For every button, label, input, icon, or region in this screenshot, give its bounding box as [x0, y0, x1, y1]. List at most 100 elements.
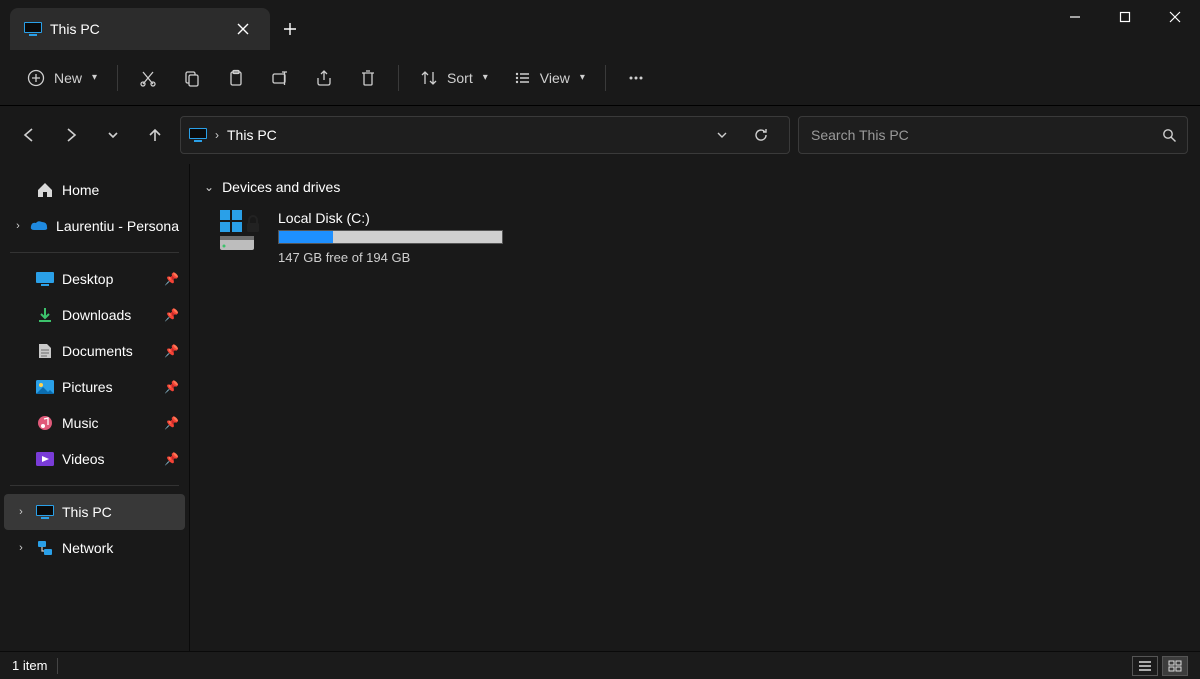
- sidebar-item-desktop[interactable]: Desktop 📌: [4, 261, 185, 297]
- status-bar: 1 item: [0, 651, 1200, 679]
- tab-close-button[interactable]: [230, 16, 256, 42]
- view-button[interactable]: View ▾: [502, 60, 595, 96]
- onedrive-icon: [30, 217, 48, 235]
- nav-row: › This PC: [0, 106, 1200, 164]
- forward-button[interactable]: [54, 118, 88, 152]
- close-button[interactable]: [1150, 0, 1200, 34]
- search-input[interactable]: [809, 126, 1154, 144]
- group-header-devices[interactable]: ⌄ Devices and drives: [202, 174, 1188, 200]
- sort-button[interactable]: Sort ▾: [409, 60, 498, 96]
- this-pc-icon: [24, 22, 42, 36]
- sidebar-item-downloads[interactable]: Downloads 📌: [4, 297, 185, 333]
- details-view-button[interactable]: [1132, 656, 1158, 676]
- expand-icon[interactable]: ›: [14, 220, 22, 232]
- sidebar-item-label: Videos: [62, 451, 105, 467]
- sidebar-item-home[interactable]: Home: [4, 172, 185, 208]
- rename-icon: [270, 68, 290, 88]
- content-area: ⌄ Devices and drives: [190, 164, 1200, 651]
- sidebar-item-label: Laurentiu - Persona: [56, 218, 179, 234]
- share-button[interactable]: [304, 60, 344, 96]
- expand-icon[interactable]: ›: [14, 506, 28, 518]
- view-label: View: [540, 70, 570, 86]
- drive-item-c[interactable]: Local Disk (C:) 147 GB free of 194 GB: [220, 210, 520, 265]
- window-controls: [1050, 0, 1200, 50]
- address-history-button[interactable]: [715, 128, 745, 142]
- music-icon: [36, 414, 54, 432]
- view-icon: [512, 68, 532, 88]
- sidebar-item-label: Pictures: [62, 379, 113, 395]
- more-icon: [626, 68, 646, 88]
- rename-button[interactable]: [260, 60, 300, 96]
- pictures-icon: [36, 378, 54, 396]
- cut-button[interactable]: [128, 60, 168, 96]
- up-button[interactable]: [138, 118, 172, 152]
- chevron-down-icon: ⌄: [204, 180, 214, 194]
- sidebar-item-label: Desktop: [62, 271, 113, 287]
- copy-icon: [182, 68, 202, 88]
- sidebar: Home › Laurentiu - Persona Desktop 📌 Dow…: [0, 164, 190, 651]
- sidebar-item-videos[interactable]: Videos 📌: [4, 441, 185, 477]
- drive-usage-bar: [278, 230, 503, 244]
- this-pc-icon: [189, 128, 207, 142]
- expand-icon[interactable]: ›: [14, 542, 28, 554]
- this-pc-icon: [36, 503, 54, 521]
- sidebar-item-label: Documents: [62, 343, 133, 359]
- paste-button[interactable]: [216, 60, 256, 96]
- sidebar-item-label: This PC: [62, 504, 112, 520]
- pin-icon: 📌: [164, 308, 179, 322]
- pin-icon: 📌: [164, 380, 179, 394]
- network-icon: [36, 539, 54, 557]
- pin-icon: 📌: [164, 416, 179, 430]
- delete-icon: [358, 68, 378, 88]
- sort-label: Sort: [447, 70, 473, 86]
- desktop-icon: [36, 270, 54, 288]
- copy-button[interactable]: [172, 60, 212, 96]
- new-button[interactable]: New ▾: [16, 60, 107, 96]
- videos-icon: [36, 450, 54, 468]
- command-bar: New ▾ Sort ▾: [0, 50, 1200, 106]
- minimize-button[interactable]: [1050, 0, 1100, 34]
- window-tab[interactable]: This PC: [10, 8, 270, 50]
- cut-icon: [138, 68, 158, 88]
- documents-icon: [36, 342, 54, 360]
- recent-locations-button[interactable]: [96, 118, 130, 152]
- sidebar-item-documents[interactable]: Documents 📌: [4, 333, 185, 369]
- drive-icon: [220, 210, 264, 254]
- group-header-label: Devices and drives: [222, 179, 340, 195]
- pin-icon: 📌: [164, 272, 179, 286]
- sidebar-item-this-pc[interactable]: › This PC: [4, 494, 185, 530]
- chevron-down-icon: ▾: [580, 72, 585, 83]
- maximize-button[interactable]: [1100, 0, 1150, 34]
- downloads-icon: [36, 306, 54, 324]
- new-icon: [26, 68, 46, 88]
- pin-icon: 📌: [164, 452, 179, 466]
- breadcrumb-this-pc[interactable]: This PC: [227, 127, 707, 143]
- sidebar-item-label: Music: [62, 415, 99, 431]
- delete-button[interactable]: [348, 60, 388, 96]
- more-button[interactable]: [616, 60, 656, 96]
- sidebar-item-label: Network: [62, 540, 113, 556]
- search-box[interactable]: [798, 116, 1188, 154]
- sidebar-item-pictures[interactable]: Pictures 📌: [4, 369, 185, 405]
- back-button[interactable]: [12, 118, 46, 152]
- sort-icon: [419, 68, 439, 88]
- breadcrumb-separator-icon: ›: [215, 128, 219, 142]
- refresh-button[interactable]: [753, 127, 783, 143]
- chevron-down-icon: ▾: [483, 72, 488, 83]
- new-label: New: [54, 70, 82, 86]
- home-icon: [36, 181, 54, 199]
- drive-free-text: 147 GB free of 194 GB: [278, 250, 520, 265]
- title-bar: This PC: [0, 0, 1200, 50]
- pin-icon: 📌: [164, 344, 179, 358]
- tab-title: This PC: [50, 21, 222, 37]
- new-tab-button[interactable]: [270, 8, 310, 50]
- tiles-view-button[interactable]: [1162, 656, 1188, 676]
- paste-icon: [226, 68, 246, 88]
- drive-name: Local Disk (C:): [278, 210, 520, 226]
- chevron-down-icon: ▾: [92, 72, 97, 83]
- address-bar[interactable]: › This PC: [180, 116, 790, 154]
- sidebar-item-music[interactable]: Music 📌: [4, 405, 185, 441]
- status-item-count: 1 item: [12, 658, 47, 673]
- sidebar-item-network[interactable]: › Network: [4, 530, 185, 566]
- sidebar-item-onedrive[interactable]: › Laurentiu - Persona: [4, 208, 185, 244]
